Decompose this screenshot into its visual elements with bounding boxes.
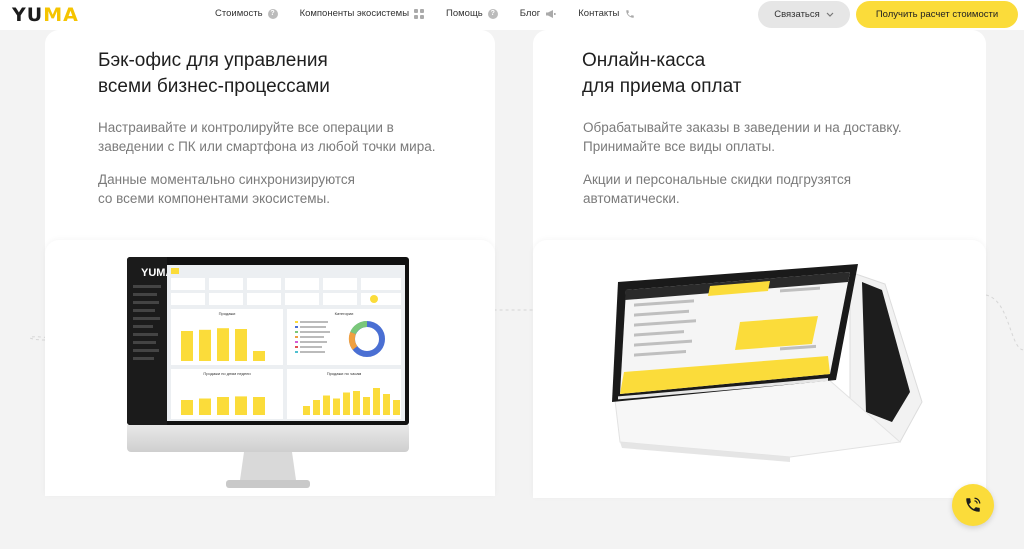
pos-description: Обрабатывайте заказы в заведении и на до…: [583, 118, 902, 156]
pos-terminal-image: [612, 264, 923, 462]
text-line: Принимайте все виды оплаты.: [583, 139, 775, 154]
phone-icon: [624, 8, 635, 19]
svg-text:Продажи по дням недели: Продажи по дням недели: [203, 371, 250, 376]
title-line: всеми бизнес-процессами: [98, 76, 330, 97]
text-line: Данные моментально синхронизируются: [98, 172, 355, 187]
dashboard-bar: [199, 329, 211, 361]
svg-text:Продажи по часам: Продажи по часам: [327, 371, 362, 376]
nav-item-ecosystem[interactable]: Компоненты экосистемы: [299, 8, 425, 19]
contact-dropdown-button[interactable]: Связаться: [758, 1, 850, 28]
question-icon: ?: [267, 8, 278, 19]
dashboard-bar: [217, 397, 229, 415]
text-line: заведении с ПК или смартфона из любой то…: [98, 139, 436, 154]
chevron-down-icon: [826, 9, 834, 20]
phone-call-icon: [966, 497, 981, 512]
question-icon: ?: [487, 8, 498, 19]
logo-accent: MA: [43, 4, 79, 26]
nav-label: Помощь: [446, 8, 483, 19]
nav-item-help[interactable]: Помощь ?: [446, 8, 498, 19]
nav-item-blog[interactable]: Блог: [520, 8, 557, 19]
dashboard-bar: [181, 331, 193, 361]
dashboard-bar: [235, 396, 247, 415]
dashboard-bar: [181, 400, 193, 415]
site-header: YUMA Стоимость ? Компоненты экосистемы П…: [0, 0, 1024, 30]
title-line: Бэк-офис для управления: [98, 50, 328, 71]
monitor-sidebar: YUMA: [127, 257, 173, 425]
dashboard-bar: [343, 392, 350, 415]
backoffice-description: Настраивайте и контролируйте все операци…: [98, 118, 435, 156]
backoffice-title: Бэк-офис для управления всеми бизнес-про…: [98, 48, 330, 100]
dashboard-bar: [323, 395, 330, 415]
megaphone-icon: [545, 8, 556, 19]
dashboard-graphic: Продажи Категории Продажи по дням недели…: [171, 268, 401, 419]
monitor-dashboard: Продажи Категории Продажи по дням недели…: [167, 265, 405, 421]
monitor-screen: YUMA Продажи Категории Продажи по дням н…: [127, 257, 409, 425]
title-line: для приема оплат: [582, 76, 742, 97]
nav-label: Стоимость: [215, 8, 263, 19]
backoffice-monitor-image: YUMA Продажи Категории Продажи по дням н…: [127, 257, 409, 452]
dashboard-bar: [383, 394, 390, 415]
sidebar-menu-lines: [133, 285, 161, 360]
text-line: Обрабатывайте заказы в заведении и на до…: [583, 120, 902, 135]
floating-call-button[interactable]: [952, 484, 994, 526]
text-line: автоматически.: [583, 191, 680, 206]
nav-label: Блог: [519, 8, 541, 19]
dashboard-bar: [303, 406, 310, 415]
dashboard-bar: [313, 400, 320, 415]
dashboard-bar: [373, 388, 380, 415]
yuma-logo[interactable]: YUMA: [12, 4, 79, 26]
pos-promo-text: Акции и персональные скидки подгрузятся …: [583, 170, 851, 208]
text-line: Акции и персональные скидки подгрузятся: [583, 172, 852, 187]
dashboard-bar: [253, 397, 265, 415]
nav-label: Контакты: [578, 8, 620, 19]
main-nav: Стоимость ? Компоненты экосистемы Помощь…: [215, 8, 635, 19]
svg-text:Категории: Категории: [335, 311, 354, 316]
svg-text:Продажи: Продажи: [219, 311, 236, 316]
get-quote-button[interactable]: Получить расчет стоимости: [856, 1, 1018, 28]
dashboard-bar: [363, 397, 370, 415]
dashboard-bar: [353, 391, 360, 415]
logo-prefix: YU: [12, 4, 44, 26]
text-line: Настраивайте и контролируйте все операци…: [98, 120, 394, 135]
nav-label: Компоненты экосистемы: [299, 8, 410, 19]
dashboard-bar: [393, 400, 400, 415]
contact-label: Связаться: [774, 9, 820, 20]
nav-item-contacts[interactable]: Контакты: [578, 8, 635, 19]
dashboard-bar: [235, 329, 247, 361]
title-line: Онлайн-касса: [582, 50, 706, 71]
text-line: со всеми компонентами экосистемы.: [98, 191, 330, 206]
monitor-stand: [226, 452, 310, 488]
dashboard-bar: [199, 398, 211, 415]
backoffice-sync-text: Данные моментально синхронизируются со в…: [98, 170, 355, 208]
dashboard-bar: [253, 351, 265, 361]
nav-item-pricing[interactable]: Стоимость ?: [215, 8, 278, 19]
grid-icon: [414, 8, 425, 19]
dashboard-bar: [217, 328, 229, 361]
dashboard-bar: [333, 398, 340, 415]
monitor-chin: [127, 425, 409, 452]
pos-title: Онлайн-касса для приема оплат: [582, 48, 741, 100]
